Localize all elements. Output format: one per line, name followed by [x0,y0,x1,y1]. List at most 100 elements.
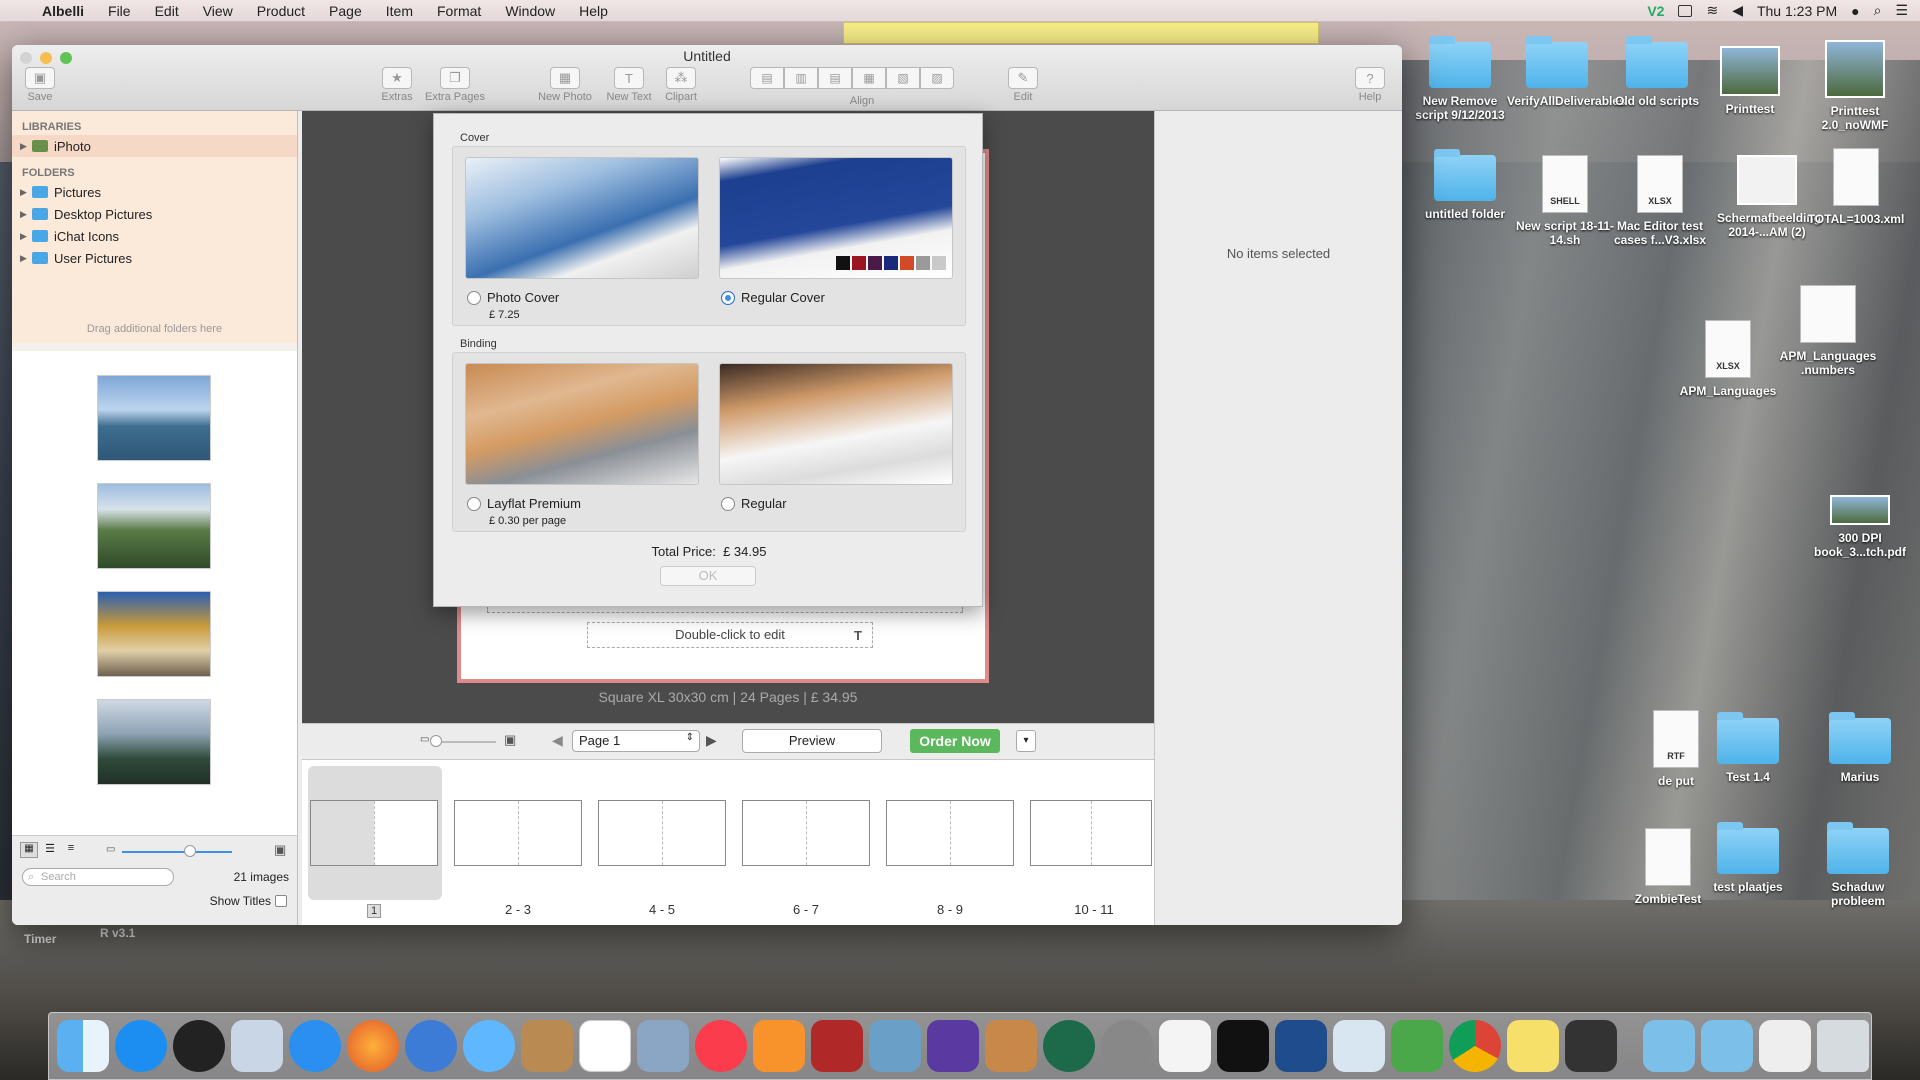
page-thumbnail[interactable] [454,800,582,866]
desktop-icon[interactable]: New Remove script 9/12/2013 [1410,36,1510,122]
ibooks-icon[interactable] [753,1020,805,1072]
regular-binding-radio[interactable] [721,497,735,511]
dashboard-icon[interactable] [173,1020,225,1072]
system-preferences-icon[interactable] [1101,1020,1153,1072]
menu-item[interactable]: Item [374,3,425,19]
albelli-dock-icon[interactable] [1565,1020,1617,1072]
finder-icon[interactable] [57,1020,109,1072]
chevron-down-icon[interactable]: ▾ [1016,730,1036,752]
desktop-icon[interactable]: Old old scripts [1607,36,1707,108]
user-icon[interactable]: ● [1851,3,1859,19]
sidebar-item-user-pictures[interactable]: ▶ User Pictures [12,247,297,269]
thunderbird-icon[interactable] [405,1020,457,1072]
thumbnail-size-slider[interactable] [122,851,232,853]
align-middle-icon[interactable]: ▧ [886,67,920,89]
disclosure-triangle-icon[interactable]: ▶ [20,231,32,242]
desktop-icon[interactable]: SHELL New script 18-11-14.sh [1515,155,1615,247]
desktop-icon[interactable]: Test 1.4 [1698,712,1798,784]
desktop-icon[interactable]: 300 DPI book_3...tch.pdf [1810,495,1910,559]
page-thumbnail[interactable] [886,800,1014,866]
regular-cover-image[interactable] [719,157,953,279]
downloads-folder-icon[interactable] [1701,1020,1753,1072]
page-select[interactable]: Page 1 ⇕ [572,730,700,752]
volume-icon[interactable]: ◀ [1732,2,1743,19]
sidebar-item-iphoto[interactable]: ▶ iPhoto [12,135,297,157]
desktop-icon[interactable]: Schermafbeelding 2014-...AM (2) [1717,155,1821,239]
image-thumbnail[interactable] [97,483,211,569]
order-now-button[interactable]: Order Now [910,729,1000,753]
help-button[interactable]: ? Help [1350,67,1390,103]
desktop-icon[interactable]: VerifyAllDeliverables [1507,36,1626,108]
align-right-icon[interactable]: ▤ [818,67,852,89]
sidebar-item-desktop-pictures[interactable]: ▶ Desktop Pictures [12,203,297,225]
menu-app[interactable]: Albelli [30,3,96,19]
iphoto-dock-icon[interactable] [637,1020,689,1072]
contacts-icon[interactable] [521,1020,573,1072]
new-text-button[interactable]: T New Text [600,67,658,103]
list-view-icon[interactable]: ☰ [41,842,59,858]
clipart-button[interactable]: ⁂ Clipart [656,67,706,103]
disclosure-triangle-icon[interactable]: ▶ [20,209,32,220]
sidebar-item-pictures[interactable]: ▶ Pictures [12,181,297,203]
disclosure-triangle-icon[interactable]: ▶ [20,141,32,152]
prev-page-icon[interactable]: ◀ [552,732,563,749]
document-stack-icon[interactable] [1759,1020,1811,1072]
search-field[interactable]: ⌕ Search [22,868,174,886]
menu-page[interactable]: Page [317,3,374,19]
desktop-icon[interactable]: XLSX APM_Languages [1678,320,1778,398]
double-click-edit-box[interactable]: Double-click to edit T [587,622,873,648]
messages-icon[interactable] [463,1020,515,1072]
menu-view[interactable]: View [191,3,245,19]
textedit-icon[interactable] [1159,1020,1211,1072]
garageband-icon[interactable] [985,1020,1037,1072]
window-icon[interactable] [1678,4,1693,17]
ok-button[interactable]: OK [660,566,756,586]
swatch-red[interactable] [852,256,866,270]
show-titles-checkbox[interactable] [275,895,287,907]
layflat-image[interactable] [465,363,699,485]
calendar-icon[interactable] [579,1020,631,1072]
swatch-black[interactable] [836,256,850,270]
iphoto-app-icon[interactable] [869,1020,921,1072]
spotlight-icon[interactable]: ⌕ [1874,2,1882,19]
page-thumbnail[interactable] [742,800,870,866]
safari-icon[interactable] [289,1020,341,1072]
align-left-icon[interactable]: ▤ [750,67,784,89]
itunes-icon[interactable] [695,1020,747,1072]
save-button[interactable]: ▣ Save [20,67,60,103]
next-page-icon[interactable]: ▶ [706,732,717,749]
extras-button[interactable]: ★ Extras [374,67,420,103]
menu-help[interactable]: Help [567,3,620,19]
chrome-icon[interactable] [1449,1020,1501,1072]
cover-color-swatches[interactable] [836,256,946,270]
grid-view-icon[interactable]: ▦ [20,842,38,858]
desktop-icon[interactable]: Printtest 2.0_noWMF [1805,40,1905,132]
image-thumbnail[interactable] [97,375,211,461]
list-icon[interactable]: ☰ [1895,2,1908,19]
desktop-icon[interactable]: TOTAL=1003.xml [1806,148,1906,226]
edit-button[interactable]: ✎ Edit [1002,67,1044,103]
slider-knob[interactable] [184,845,196,857]
desktop-icon[interactable]: XLSX Mac Editor test cases f...V3.xlsx [1610,155,1710,247]
menu-product[interactable]: Product [245,3,317,19]
swatch-grey[interactable] [916,256,930,270]
photo-cover-image[interactable] [465,157,699,279]
numbers-icon[interactable] [1391,1020,1443,1072]
imovie-icon[interactable] [927,1020,979,1072]
app-store-icon[interactable] [115,1020,167,1072]
menu-format[interactable]: Format [425,3,493,19]
clock[interactable]: Thu 1:23 PM [1757,3,1837,19]
terminal-icon[interactable] [1217,1020,1269,1072]
sidebar-item-ichat-icons[interactable]: ▶ iChat Icons [12,225,297,247]
photo-booth-icon[interactable] [811,1020,863,1072]
page-thumbnail[interactable] [310,800,438,866]
desktop-icon[interactable]: Marius [1810,712,1910,784]
align-top-icon[interactable]: ▦ [852,67,886,89]
desktop-icon[interactable]: untitled folder [1415,149,1515,221]
swatch-light-grey[interactable] [932,256,946,270]
desktop-icon[interactable]: Printtest [1700,46,1800,116]
status-v2-icon[interactable]: V2 [1647,3,1664,19]
swatch-orange[interactable] [900,256,914,270]
zoom-slider[interactable] [436,741,496,743]
wifi-icon[interactable]: ≋ [1706,2,1718,19]
